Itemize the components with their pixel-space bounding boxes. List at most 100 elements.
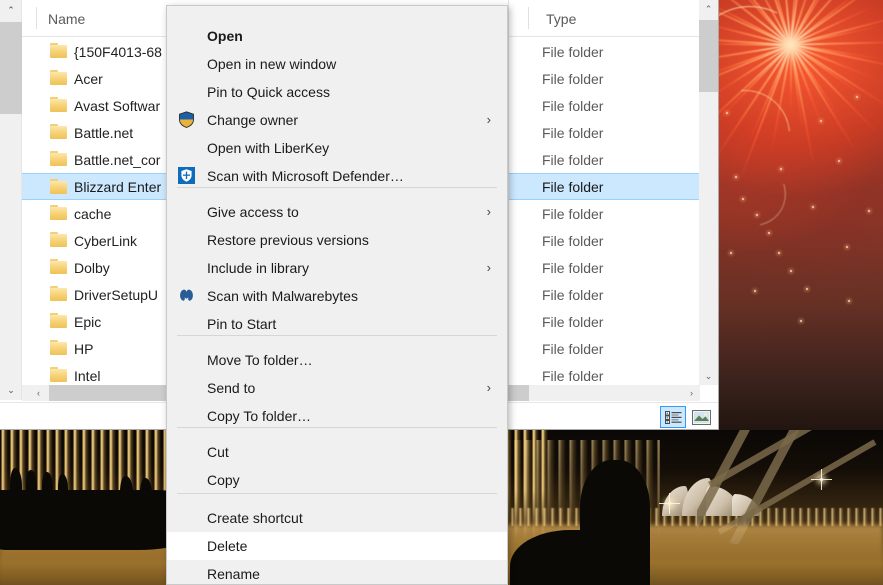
menu-item-move-to-folder[interactable]: Move To folder…: [167, 346, 507, 374]
column-divider[interactable]: [36, 7, 37, 29]
malwarebytes-icon: [180, 289, 193, 301]
scroll-right-icon[interactable]: ›: [683, 385, 700, 401]
file-type: File folder: [542, 259, 604, 276]
malwarebytes-icon: [178, 287, 196, 305]
menu-item-change-owner[interactable]: Change owner ›: [167, 106, 507, 134]
details-view-button[interactable]: [660, 406, 686, 428]
menu-item-label: Copy: [207, 472, 240, 488]
menu-item-scan-with-malwarebytes[interactable]: Scan with Malwarebytes: [167, 282, 507, 310]
scroll-up-icon[interactable]: ⌃: [699, 0, 718, 18]
menu-item-label: Send to: [207, 380, 256, 396]
menu-item-give-access-to[interactable]: Give access to ›: [167, 198, 507, 226]
menu-item-restore-previous-versions[interactable]: Restore previous versions: [167, 226, 507, 254]
file-name: Acer: [74, 70, 103, 87]
menu-item-label: Pin to Start: [207, 316, 277, 332]
menu-item-open[interactable]: Open: [167, 22, 507, 50]
file-type: File folder: [542, 151, 604, 168]
scroll-up-icon[interactable]: ⌃: [0, 0, 22, 20]
file-type: File folder: [542, 205, 604, 222]
firework-flash: [811, 469, 832, 490]
file-type: File folder: [542, 70, 604, 87]
folder-icon: [50, 124, 67, 139]
name-type-column-divider: [508, 0, 509, 385]
scroll-down-icon[interactable]: ⌄: [0, 380, 22, 400]
menu-item-copy[interactable]: Copy: [167, 466, 507, 494]
folder-icon: [50, 179, 67, 194]
column-header-type[interactable]: Type: [546, 11, 576, 27]
navigation-pane-scrollbar[interactable]: ⌃ ⌄: [0, 0, 22, 400]
thumbnails-view-icon: [691, 409, 711, 425]
menu-item-label: Open in new window: [207, 56, 337, 72]
menu-item-label: Move To folder…: [207, 352, 313, 368]
defender-icon: [178, 167, 196, 185]
file-name: Battle.net: [74, 124, 134, 141]
firework-spark: [868, 210, 870, 212]
folder-icon: [50, 205, 67, 220]
chevron-right-icon: ›: [486, 112, 491, 127]
file-name: Dolby: [74, 259, 110, 276]
screen: ⌃ ⌄ Name Type {150F4013-68 File folder Ace…: [0, 0, 883, 585]
file-type: File folder: [542, 97, 604, 114]
file-name: DriverSetupU: [74, 286, 159, 303]
file-name: cache: [74, 205, 112, 222]
firework-spark: [848, 300, 850, 302]
column-header-name[interactable]: Name: [48, 11, 85, 27]
menu-item-rename[interactable]: Rename: [167, 560, 507, 584]
menu-item-label: Restore previous versions: [207, 232, 369, 248]
firework-spark: [800, 320, 802, 322]
file-type: File folder: [542, 367, 604, 384]
chevron-right-icon: ›: [486, 204, 491, 219]
menu-item-copy-to-folder[interactable]: Copy To folder…: [167, 402, 507, 430]
menu-item-send-to[interactable]: Send to ›: [167, 374, 507, 402]
firework-spark: [730, 252, 732, 254]
file-list-scrollbar[interactable]: ⌃ ⌄: [699, 0, 718, 385]
menu-item-label: Open with LiberKey: [207, 140, 330, 156]
thumbnails-view-button[interactable]: [688, 406, 714, 428]
file-type: File folder: [542, 178, 604, 195]
file-type: File folder: [542, 43, 604, 60]
file-type: File folder: [542, 313, 604, 330]
menu-item-include-in-library[interactable]: Include in library ›: [167, 254, 507, 282]
menu-item-create-shortcut[interactable]: Create shortcut: [167, 504, 507, 532]
firework-spark: [838, 160, 840, 162]
file-name: Epic: [74, 313, 102, 330]
column-divider[interactable]: [528, 7, 529, 29]
shield-gold-icon: [178, 111, 196, 129]
folder-icon: [50, 367, 67, 382]
menu-item-label: Open: [207, 28, 243, 44]
scrollbar-thumb[interactable]: [0, 22, 22, 114]
menu-item-label: Rename: [207, 566, 260, 582]
firework-spark: [768, 232, 770, 234]
menu-item-delete[interactable]: Delete: [167, 532, 507, 560]
menu-separator: [177, 187, 497, 188]
file-name: Avast Softwar: [74, 97, 161, 114]
scrollbar-thumb[interactable]: [699, 20, 718, 92]
firework-spark: [780, 168, 782, 170]
folder-icon: [50, 97, 67, 112]
menu-item-open-with-liberkey[interactable]: Open with LiberKey: [167, 134, 507, 162]
folder-icon: [50, 313, 67, 328]
file-name: Battle.net_cor: [74, 151, 161, 168]
menu-item-pin-to-start[interactable]: Pin to Start: [167, 310, 507, 338]
microsoft-defender-icon: [178, 167, 195, 184]
file-name: CyberLink: [74, 232, 138, 249]
menu-item-label: Create shortcut: [207, 510, 303, 526]
scroll-down-icon[interactable]: ⌄: [699, 367, 718, 385]
menu-item-label: Change owner: [207, 112, 299, 128]
menu-item-open-in-new-window[interactable]: Open in new window: [167, 50, 507, 78]
chevron-right-icon: ›: [486, 380, 491, 395]
menu-item-cut[interactable]: Cut: [167, 438, 507, 466]
firework-spark: [790, 270, 792, 272]
scroll-left-icon[interactable]: ‹: [30, 385, 47, 401]
menu-item-scan-with-microsoft-defender[interactable]: Scan with Microsoft Defender…: [167, 162, 507, 190]
firework-spark: [754, 290, 756, 292]
menu-separator: [177, 493, 497, 494]
file-name: Blizzard Enter: [74, 178, 162, 195]
file-type: File folder: [542, 340, 604, 357]
menu-item-label: Pin to Quick access: [207, 84, 330, 100]
context-menu[interactable]: ⌃ Open Open in new window Pin to Quick acc…: [166, 5, 508, 585]
menu-item-pin-to-quick-access[interactable]: Pin to Quick access: [167, 78, 507, 106]
menu-item-label: Delete: [207, 538, 248, 554]
scroll-up-indicator-icon: ⌃: [279, 5, 287, 12]
menu-item-label: Include in library: [207, 260, 309, 276]
